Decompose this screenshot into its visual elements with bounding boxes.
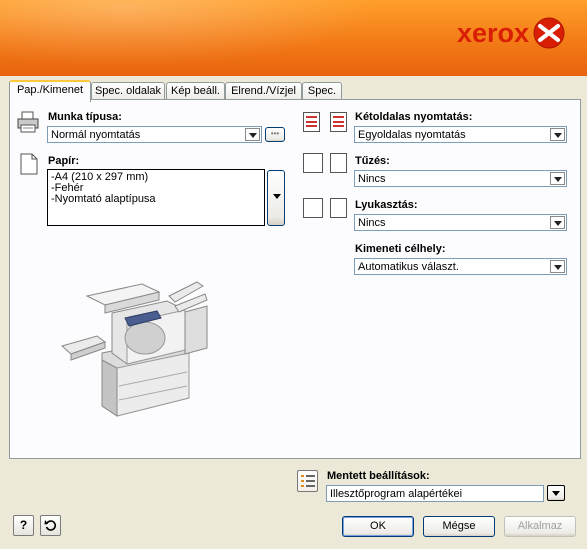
paper-sheet-icon [20, 153, 38, 175]
punching-label: Lyukasztás: [355, 199, 418, 211]
staple-preview-icon [303, 153, 323, 173]
chevron-down-icon[interactable] [550, 172, 565, 185]
saved-settings-icon [297, 470, 318, 492]
printer-illustration [60, 281, 208, 417]
job-type-value: Normál nyomtatás [51, 129, 141, 141]
punching-select[interactable]: Nincs [354, 214, 567, 231]
chevron-down-icon[interactable] [550, 216, 565, 229]
tab-special-pages[interactable]: Spec. oldalak [91, 82, 165, 100]
triangle-down-icon [273, 194, 281, 199]
chevron-down-icon[interactable] [550, 260, 565, 273]
apply-button[interactable]: Alkalmaz [504, 516, 576, 537]
ok-button[interactable]: OK [342, 516, 414, 537]
printer-icon [17, 111, 39, 133]
chevron-down-icon[interactable] [550, 128, 565, 141]
tab-advanced[interactable]: Spec. [302, 82, 342, 100]
output-label: Kimeneti célhely: [355, 243, 446, 255]
saved-settings-label: Mentett beállítások: [327, 470, 430, 482]
xerox-logo-icon [533, 17, 565, 49]
header-banner: xerox [0, 0, 587, 76]
xerox-logo-text: xerox [457, 18, 530, 48]
duplex-value: Egyoldalas nyomtatás [358, 129, 466, 141]
duplex-label: Kétoldalas nyomtatás: [355, 111, 473, 123]
duplex-select[interactable]: Egyoldalas nyomtatás [354, 126, 567, 143]
job-type-more-button[interactable]: ••• [265, 127, 285, 142]
stapling-value: Nincs [358, 173, 386, 185]
help-button[interactable]: ? [13, 515, 34, 536]
stapling-select[interactable]: Nincs [354, 170, 567, 187]
undo-icon [44, 520, 57, 531]
paper-dropdown-button[interactable] [267, 170, 285, 226]
tab-image-options[interactable]: Kép beáll. [166, 82, 225, 100]
paper-summary-box[interactable]: -A4 (210 x 297 mm) -Fehér -Nyomtató alap… [47, 169, 265, 226]
output-value: Automatikus választ. [358, 261, 459, 273]
tab-paper-output[interactable]: Pap./Kimenet [9, 80, 91, 102]
punching-value: Nincs [358, 217, 386, 229]
punch-page-icon [330, 198, 347, 218]
paper-label: Papír: [48, 155, 80, 167]
tab-layout-watermark[interactable]: Elrend./Vízjel [225, 82, 302, 100]
duplex-page-front-icon [303, 112, 320, 132]
stapling-label: Tűzés: [355, 155, 390, 167]
header-gradient [0, 0, 420, 76]
job-type-label: Munka típusa: [48, 111, 122, 123]
restore-defaults-button[interactable] [40, 515, 61, 536]
job-type-select[interactable]: Normál nyomtatás [47, 126, 262, 143]
saved-settings-field[interactable]: Illesztőprogram alapértékei [326, 485, 544, 502]
saved-settings-value: Illesztőprogram alapértékei [330, 488, 463, 500]
cancel-button[interactable]: Mégse [423, 516, 495, 537]
paper-type-line: -Nyomtató alaptípusa [51, 193, 156, 205]
staple-page-icon [330, 153, 347, 173]
punch-preview-icon [303, 198, 323, 218]
output-select[interactable]: Automatikus választ. [354, 258, 567, 275]
chevron-down-icon[interactable] [245, 128, 260, 141]
triangle-down-icon [552, 491, 560, 496]
duplex-page-back-icon [330, 112, 347, 132]
saved-settings-dropdown-button[interactable] [547, 485, 565, 501]
